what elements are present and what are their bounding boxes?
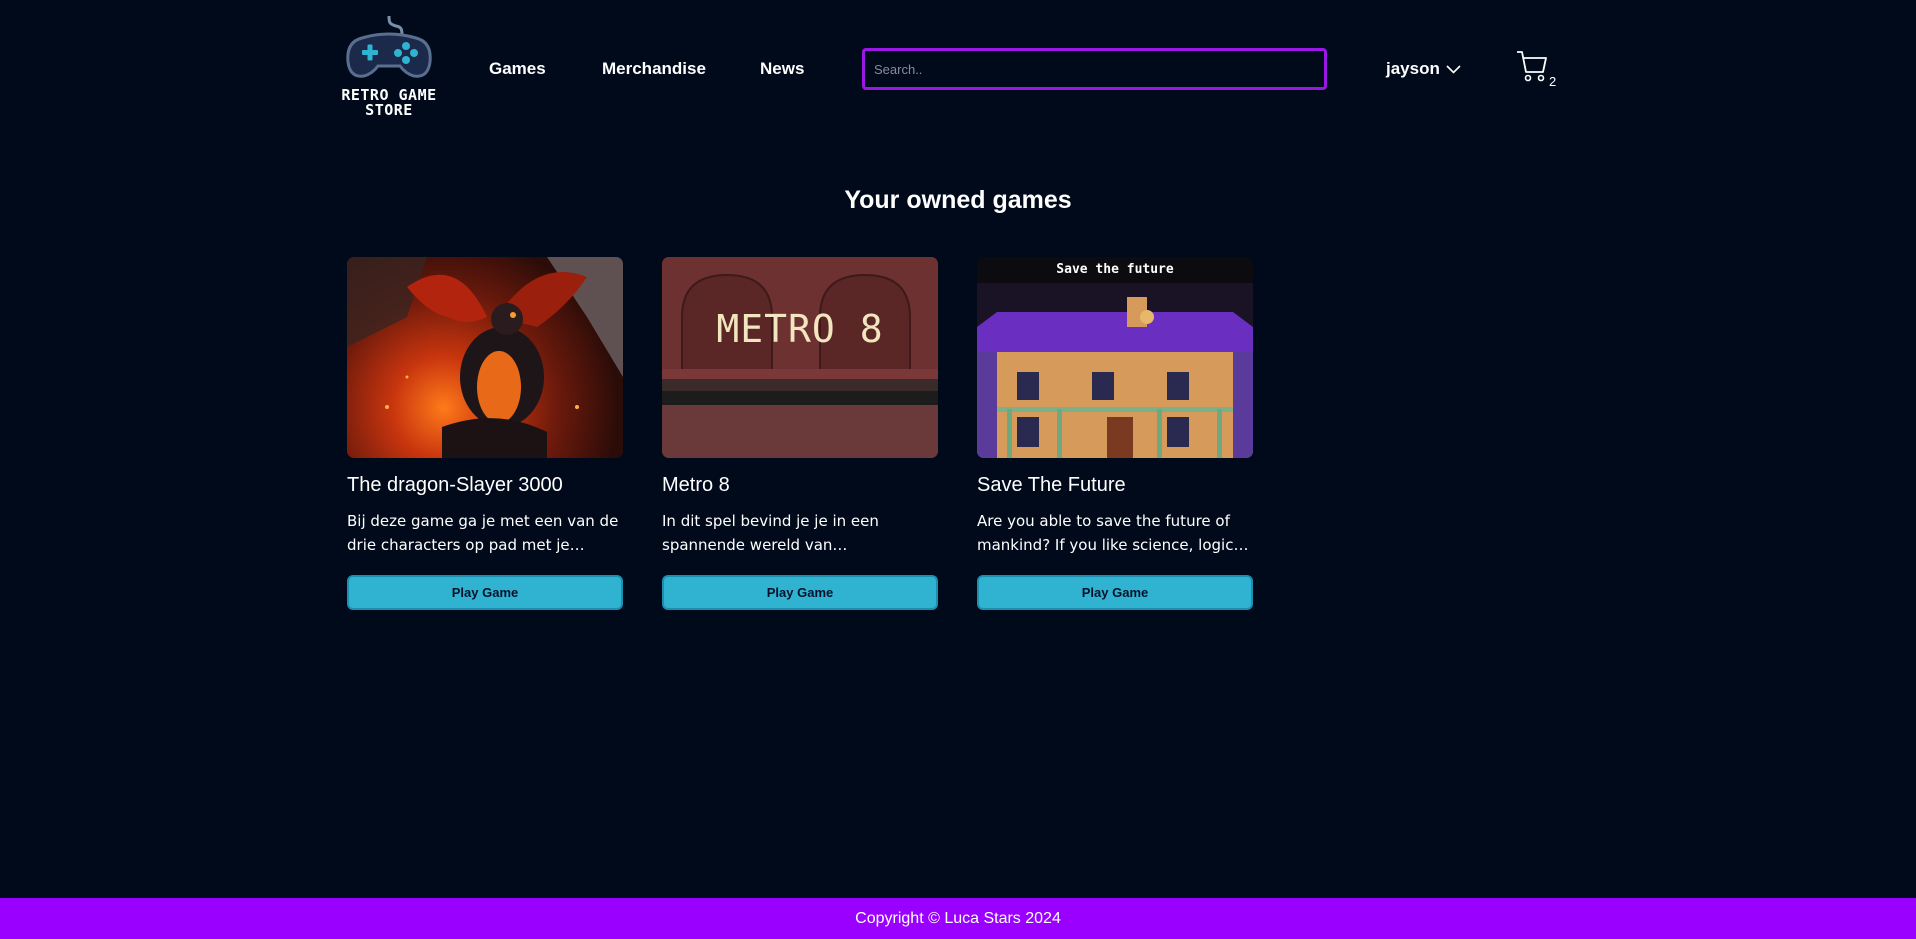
game-card: Save the future Save The Future Are you … (977, 257, 1253, 610)
game-description: Are you able to save the future of manki… (977, 512, 1247, 554)
logo[interactable]: Retro Game Store (326, 14, 452, 118)
game-title: The dragon-Slayer 3000 (347, 474, 563, 496)
game-image-metro[interactable]: METRO 8 (662, 257, 938, 458)
user-menu[interactable]: jayson (1386, 59, 1461, 79)
game-image-dragon[interactable] (347, 257, 623, 458)
dragon-artwork (347, 257, 623, 458)
nav-games[interactable]: Games (489, 59, 546, 79)
mansion-artwork (977, 257, 1253, 458)
game-card: METRO 8 Metro 8 In dit spel bevind je je… (662, 257, 938, 610)
chevron-down-icon (1446, 64, 1461, 74)
page-title: Your owned games (844, 186, 1072, 214)
cart-icon (1517, 51, 1547, 82)
nav-merchandise[interactable]: Merchandise (602, 59, 706, 79)
metro-logo: METRO 8 (716, 307, 884, 351)
cart-count: 2 (1549, 74, 1557, 89)
metro-artwork (662, 257, 938, 458)
search-input[interactable] (862, 48, 1327, 90)
future-image-caption: Save the future (1056, 262, 1174, 277)
copyright-text: Copyright © Luca Stars 2024 (855, 910, 1061, 927)
gamepad-icon (346, 15, 432, 78)
footer: Copyright © Luca Stars 2024 (0, 898, 1916, 939)
game-card: The dragon-Slayer 3000 Bij deze game ga … (347, 257, 623, 610)
play-game-button[interactable]: Play Game (347, 575, 623, 610)
user-name: jayson (1386, 59, 1440, 78)
game-description: In dit spel bevind je je in een spannend… (662, 512, 879, 554)
game-image-future[interactable]: Save the future (977, 257, 1253, 458)
logo-text: Retro Game Store (341, 86, 437, 119)
header: Retro Game Store Games Merchandise News … (0, 0, 1916, 138)
game-title: Metro 8 (662, 474, 730, 496)
game-title: Save The Future (977, 474, 1126, 496)
nav-news[interactable]: News (760, 59, 804, 79)
play-game-button[interactable]: Play Game (977, 575, 1253, 610)
play-game-button[interactable]: Play Game (662, 575, 938, 610)
game-description: Bij deze game ga je met een van de drie … (347, 512, 619, 554)
